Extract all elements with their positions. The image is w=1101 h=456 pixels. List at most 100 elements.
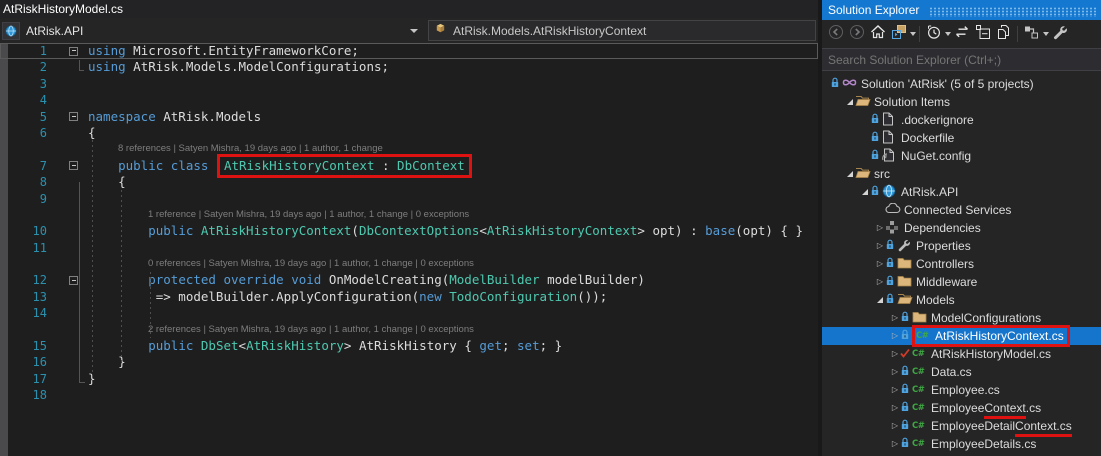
codelens-indicator[interactable]: 0 references | Satyen Mishra, 19 days ag… [0,256,818,272]
refresh-button[interactable] [951,24,972,44]
tree-item-atriskhistorymodel.cs[interactable]: ▷C#AtRiskHistoryModel.cs [822,345,1101,363]
code-token: AtRiskHistoryContext [201,223,352,238]
show-all-files-button[interactable] [993,24,1014,44]
code-token: DbSet [201,338,239,353]
collapsed-arrow-icon[interactable]: ▷ [875,242,885,250]
expanded-arrow-icon[interactable] [845,171,855,177]
collapse-region-icon[interactable] [69,161,78,170]
code-line-17[interactable]: 17} [0,371,818,387]
nav-back-button[interactable] [825,24,846,44]
tree-item-middleware[interactable]: ▷Middleware [822,273,1101,291]
code-line-18[interactable]: 18 [0,387,818,403]
code-line-6[interactable]: 6{ [0,125,818,141]
properties-button[interactable] [1049,24,1070,44]
tree-item-atrisk.api[interactable]: AtRisk.API [822,183,1101,201]
codelens-indicator[interactable]: 1 reference | Satyen Mishra, 19 days ago… [0,207,818,223]
code-line-10[interactable]: 10 public AtRiskHistoryContext(DbContext… [0,223,818,239]
expanded-arrow-icon[interactable] [845,99,855,105]
code-line-13[interactable]: 13 => modelBuilder.ApplyConfiguration(ne… [0,289,818,305]
lock-icon [870,113,880,127]
collapsed-arrow-icon[interactable]: ▷ [890,404,900,412]
refresh-icon [954,25,970,44]
sync-with-active-document-button[interactable] [1021,24,1042,44]
tree-item-solution-atrisk-5-of-5-projects-[interactable]: Solution 'AtRisk' (5 of 5 projects) [822,75,1101,93]
code-line-4[interactable]: 4 [0,92,818,108]
search-input[interactable] [822,52,1101,68]
tree-item-data.cs[interactable]: ▷C#Data.cs [822,363,1101,381]
tree-item-controllers[interactable]: ▷Controllers [822,255,1101,273]
collapsed-arrow-icon[interactable]: ▷ [890,422,900,430]
line-number: 9 [0,191,47,207]
chevron-down-icon[interactable] [910,32,916,36]
folder-open-icon [897,292,913,308]
tree-item-label: Connected Services [904,203,1011,217]
csharp-icon: C# [912,385,924,395]
code-line-3[interactable]: 3 [0,76,818,92]
code-line-12[interactable]: 12 protected override void OnModelCreati… [0,272,818,288]
config-icon [882,148,895,165]
collapsed-arrow-icon[interactable]: ▷ [890,386,900,394]
collapsed-arrow-icon[interactable]: ▷ [890,350,900,358]
code-token: : [374,158,397,173]
tree-item-employeedetails.cs[interactable]: ▷C#EmployeeDetails.cs [822,435,1101,453]
line-number: 3 [0,76,47,92]
codelens-indicator[interactable]: 2 references | Satyen Mishra, 19 days ag… [0,322,818,338]
expanded-arrow-icon[interactable] [875,297,885,303]
code-line-16[interactable]: 16 } [0,354,818,370]
tree-item-employeecontext.cs[interactable]: ▷C#EmployeeContext.cs [822,399,1101,417]
tree-item-models[interactable]: Models [822,291,1101,309]
tree-item-connected-services[interactable]: Connected Services [822,201,1101,219]
tree-item-.dockerignore[interactable]: .dockerignore [822,111,1101,129]
solution-explorer-titlebar[interactable]: Solution Explorer [822,0,1101,20]
nav-forward-button[interactable] [846,24,867,44]
code-token: ; } [540,338,563,353]
fold-margin [47,125,88,141]
code-text: namespace AtRisk.Models [88,109,261,125]
tree-item-properties[interactable]: ▷Properties [822,237,1101,255]
home-button[interactable] [867,24,888,44]
line-number: 10 [0,223,47,239]
lock-icon [870,185,880,199]
collapse-region-icon[interactable] [69,112,78,121]
collapsed-arrow-icon[interactable]: ▷ [875,260,885,268]
project-dropdown[interactable]: AtRisk.API [0,20,428,41]
code-line-2[interactable]: 2using AtRisk.Models.ModelConfigurations… [0,59,818,75]
code-line-9[interactable]: 9 [0,191,818,207]
switch-views-button[interactable] [888,24,909,44]
document-tab[interactable]: AtRiskHistoryModel.cs [0,0,129,18]
code-line-11[interactable]: 11 [0,240,818,256]
tree-item-src[interactable]: src [822,165,1101,183]
line-number: 1 [0,43,47,59]
line-number: 11 [0,240,47,256]
collapsed-arrow-icon[interactable]: ▷ [875,278,885,286]
tree-item-employee.cs[interactable]: ▷C#Employee.cs [822,381,1101,399]
collapsed-arrow-icon[interactable]: ▷ [875,224,885,232]
nav-back-icon [828,24,844,45]
tree-item-atriskhistorycontext.cs[interactable]: ▷C#AtRiskHistoryContext.cs [822,327,1101,345]
code-line-1[interactable]: 1using Microsoft.EntityFrameworkCore; [0,43,818,59]
expanded-arrow-icon[interactable] [860,189,870,195]
solution-explorer-toolbar [822,20,1101,48]
collapsed-arrow-icon[interactable]: ▷ [890,332,900,340]
collapse-region-icon[interactable] [69,276,78,285]
code-line-15[interactable]: 15 public DbSet<AtRiskHistory> AtRiskHis… [0,338,818,354]
lock-icon [900,437,910,451]
tree-item-dependencies[interactable]: ▷Dependencies [822,219,1101,237]
collapse-all-button[interactable] [972,24,993,44]
tree-item-dockerfile[interactable]: Dockerfile [822,129,1101,147]
code-line-7[interactable]: 7 public class AtRiskHistoryContext : Db… [0,158,818,174]
collapse-region-icon[interactable] [69,47,78,56]
code-token [193,338,201,353]
collapsed-arrow-icon[interactable]: ▷ [890,440,900,448]
code-line-5[interactable]: 5namespace AtRisk.Models [0,109,818,125]
code-text: => modelBuilder.ApplyConfiguration(new T… [88,289,607,305]
type-dropdown[interactable]: AtRisk.Models.AtRiskHistoryContext [428,20,816,41]
fold-margin [47,92,88,108]
collapsed-arrow-icon[interactable]: ▷ [890,368,900,376]
tree-item-solution-items[interactable]: Solution Items [822,93,1101,111]
tree-item-employeedetailcontext.cs[interactable]: ▷C#EmployeeDetailContext.cs [822,417,1101,435]
pending-changes-button[interactable] [923,24,944,44]
tree-item-nuget.config[interactable]: NuGet.config [822,147,1101,165]
code-line-14[interactable]: 14 [0,305,818,321]
collapsed-arrow-icon[interactable]: ▷ [890,314,900,322]
